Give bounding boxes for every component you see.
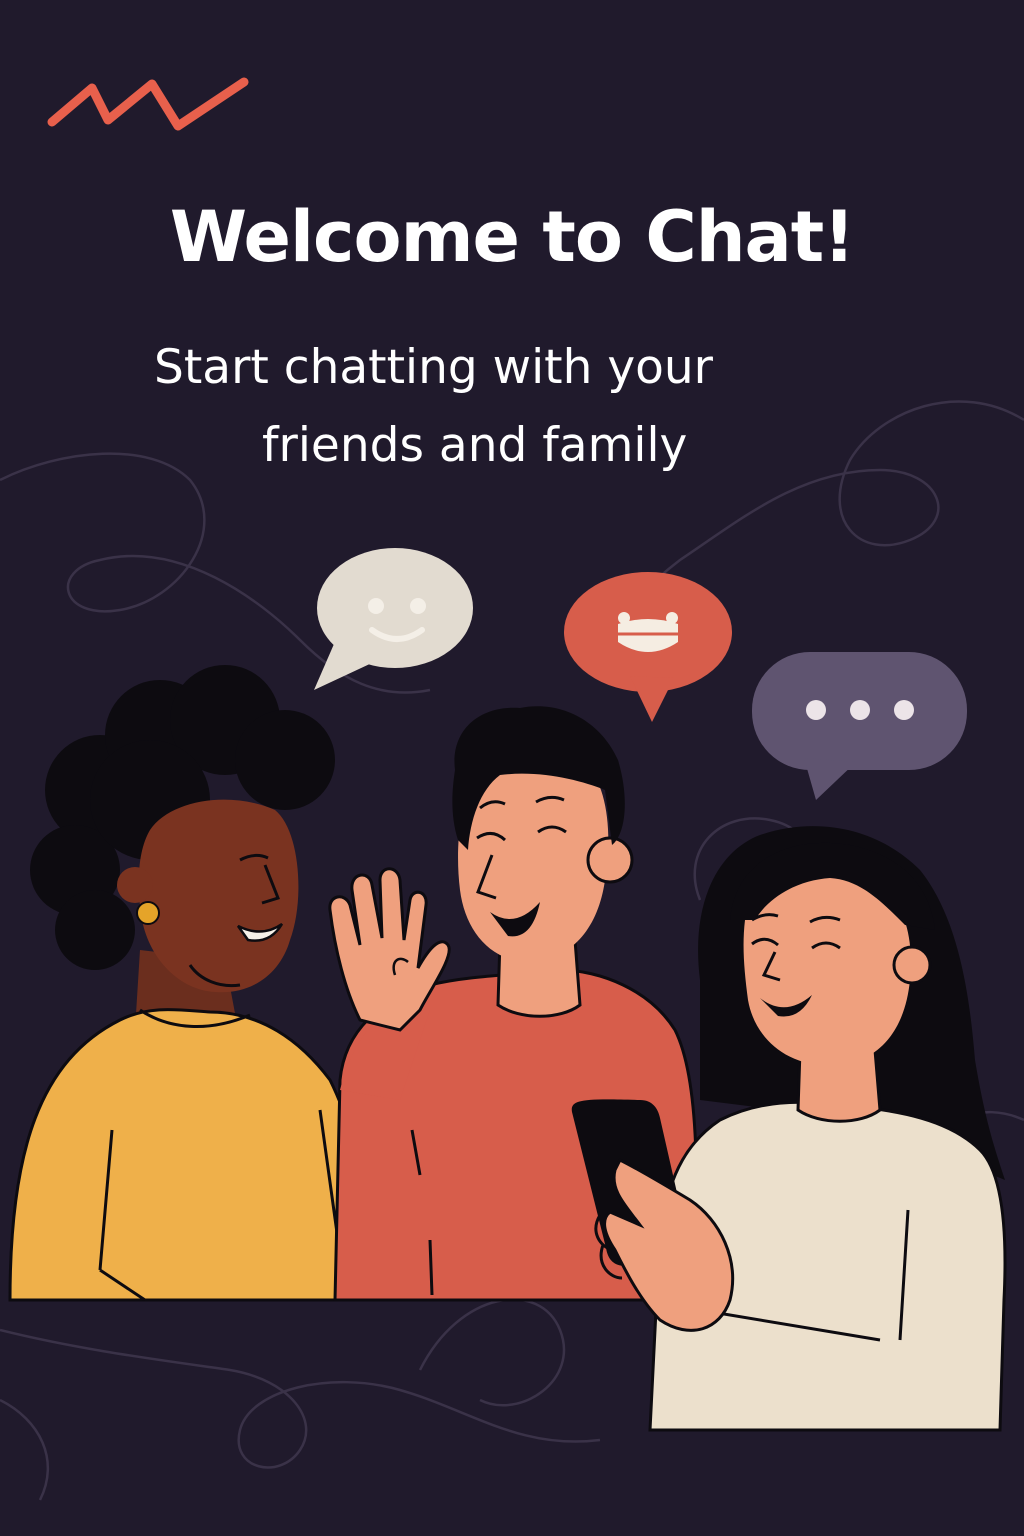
- people-illustration: [8, 665, 1007, 1432]
- person-with-phone: [571, 826, 1007, 1432]
- welcome-screen: Welcome to Chat! Start chatting with you…: [0, 0, 1024, 1536]
- person-yellow-sweater: [8, 665, 387, 1302]
